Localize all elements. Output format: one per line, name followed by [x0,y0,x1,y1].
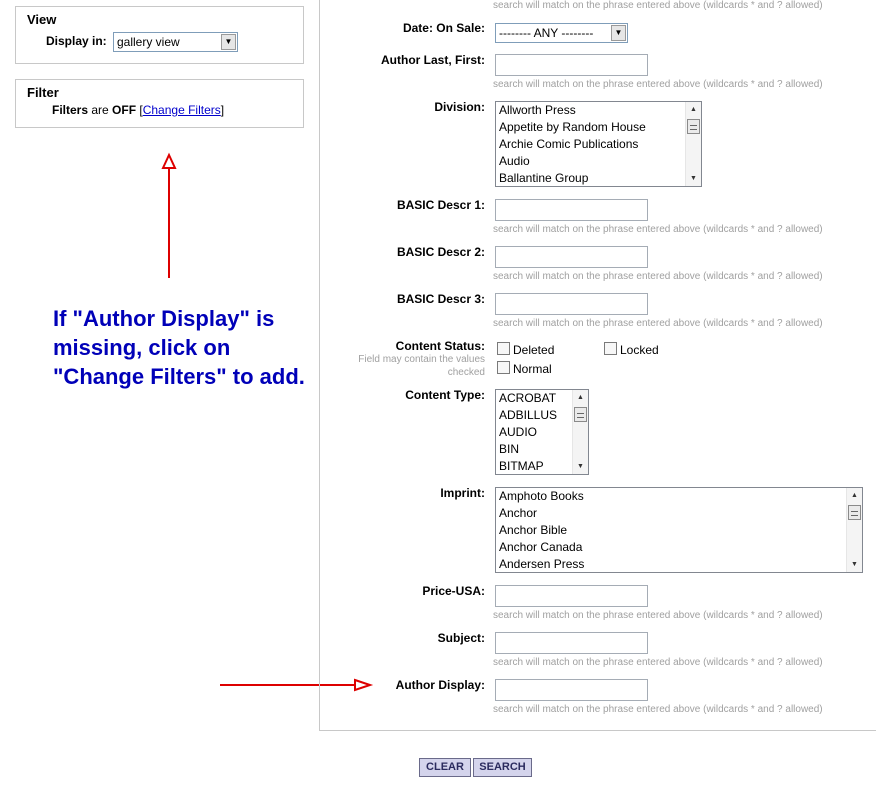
date-on-sale-label: Date: On Sale: [402,21,485,35]
imprint-option[interactable]: Andersen Press [496,556,862,572]
locked-label: Locked [620,343,659,357]
display-in-label: Display in: [46,34,107,48]
subject-label: Subject: [437,631,485,645]
basic-descr-3-input[interactable] [495,293,648,315]
imprint-option[interactable]: Anchor Bible [496,522,862,539]
basic-descr-3-label: BASIC Descr 3: [396,292,485,306]
annotation-text: If "Author Display" is missing, click on… [53,306,305,389]
locked-checkbox[interactable] [604,342,617,355]
form-border-bottom [319,730,876,731]
hint-text: search will match on the phrase entered … [493,224,823,235]
author-last-first-input[interactable] [495,54,648,76]
date-on-sale-value: -------- ANY -------- [499,26,594,40]
normal-checkbox[interactable] [497,361,510,374]
division-label: Division: [434,100,485,114]
scrollbar[interactable]: ▲ ▼ [572,390,588,474]
division-option[interactable]: Ballantine Group [496,170,701,186]
content-status-sublabel-2: checked [447,367,485,378]
date-on-sale-select[interactable]: -------- ANY -------- ▼ [495,23,628,43]
imprint-listbox[interactable]: Amphoto Books Anchor Anchor Bible Anchor… [495,487,863,573]
basic-descr-1-label: BASIC Descr 1: [396,198,485,212]
chevron-down-icon[interactable]: ▼ [611,25,626,41]
division-listbox[interactable]: Allworth Press Appetite by Random House … [495,101,702,187]
scroll-up-icon[interactable]: ▲ [847,488,862,503]
basic-descr-1-input[interactable] [495,199,648,221]
basic-descr-2-input[interactable] [495,246,648,268]
clear-button[interactable]: CLEAR [419,758,471,777]
content-type-listbox[interactable]: ACROBAT ADBILLUS AUDIO BIN BITMAP ▲ ▼ [495,389,589,475]
arrow-up-annotation [161,152,177,278]
form-border-left [319,0,320,731]
scroll-thumb[interactable] [574,407,587,422]
scrollbar[interactable]: ▲ ▼ [846,488,862,572]
price-usa-label: Price-USA: [422,584,485,598]
hint-text: search will match on the phrase entered … [493,271,823,282]
hint-text: search will match on the phrase entered … [493,610,823,621]
content-type-label: Content Type: [405,388,485,402]
scroll-down-icon[interactable]: ▼ [847,557,862,572]
filter-panel: Filter Filters are OFF [Change Filters] [15,79,304,128]
hint-text: search will match on the phrase entered … [493,318,823,329]
basic-descr-2-label: BASIC Descr 2: [396,245,485,259]
division-option[interactable]: Audio [496,153,701,170]
display-in-select[interactable]: gallery view ▼ [113,32,238,52]
hint-text: search will match on the phrase entered … [493,657,823,668]
author-display-input[interactable] [495,679,648,701]
imprint-option[interactable]: Anchor Canada [496,539,862,556]
scroll-thumb[interactable] [687,119,700,134]
scroll-up-icon[interactable]: ▲ [573,390,588,405]
display-in-value: gallery view [117,35,180,49]
scroll-down-icon[interactable]: ▼ [573,459,588,474]
hint-text: search will match on the phrase entered … [493,0,823,11]
filter-status: Filters are OFF [Change Filters] [52,103,224,117]
filter-title: Filter [27,85,59,100]
imprint-label: Imprint: [440,486,485,500]
hint-text: search will match on the phrase entered … [493,79,823,90]
view-panel: View Display in: gallery view ▼ [15,6,304,64]
scrollbar[interactable]: ▲ ▼ [685,102,701,186]
subject-input[interactable] [495,632,648,654]
imprint-option[interactable]: Amphoto Books [496,488,862,505]
bracket-close: ] [220,103,225,117]
content-status-label: Content Status: [395,339,485,353]
scroll-up-icon[interactable]: ▲ [686,102,701,117]
change-filters-link[interactable]: Change Filters [143,103,221,117]
view-title: View [27,12,57,27]
filter-status-prefix: Filters [52,103,89,117]
deleted-label: Deleted [513,343,555,357]
chevron-down-icon[interactable]: ▼ [221,34,236,50]
filter-status-value: OFF [112,103,137,117]
author-last-first-label: Author Last, First: [381,53,485,67]
division-option[interactable]: Archie Comic Publications [496,136,701,153]
normal-label: Normal [513,362,552,376]
division-option[interactable]: Appetite by Random House [496,119,701,136]
content-status-sublabel-1: Field may contain the values [358,354,485,365]
arrow-right-annotation [220,678,374,692]
scroll-down-icon[interactable]: ▼ [686,171,701,186]
imprint-option[interactable]: Anchor [496,505,862,522]
search-button[interactable]: SEARCH [473,758,532,777]
scroll-thumb[interactable] [848,505,861,520]
division-option[interactable]: Allworth Press [496,102,701,119]
deleted-checkbox[interactable] [497,342,510,355]
filter-status-middle: are [88,103,113,117]
bracket-open: [ [136,103,143,117]
hint-text: search will match on the phrase entered … [493,704,823,715]
author-display-label: Author Display: [395,678,485,692]
price-usa-input[interactable] [495,585,648,607]
